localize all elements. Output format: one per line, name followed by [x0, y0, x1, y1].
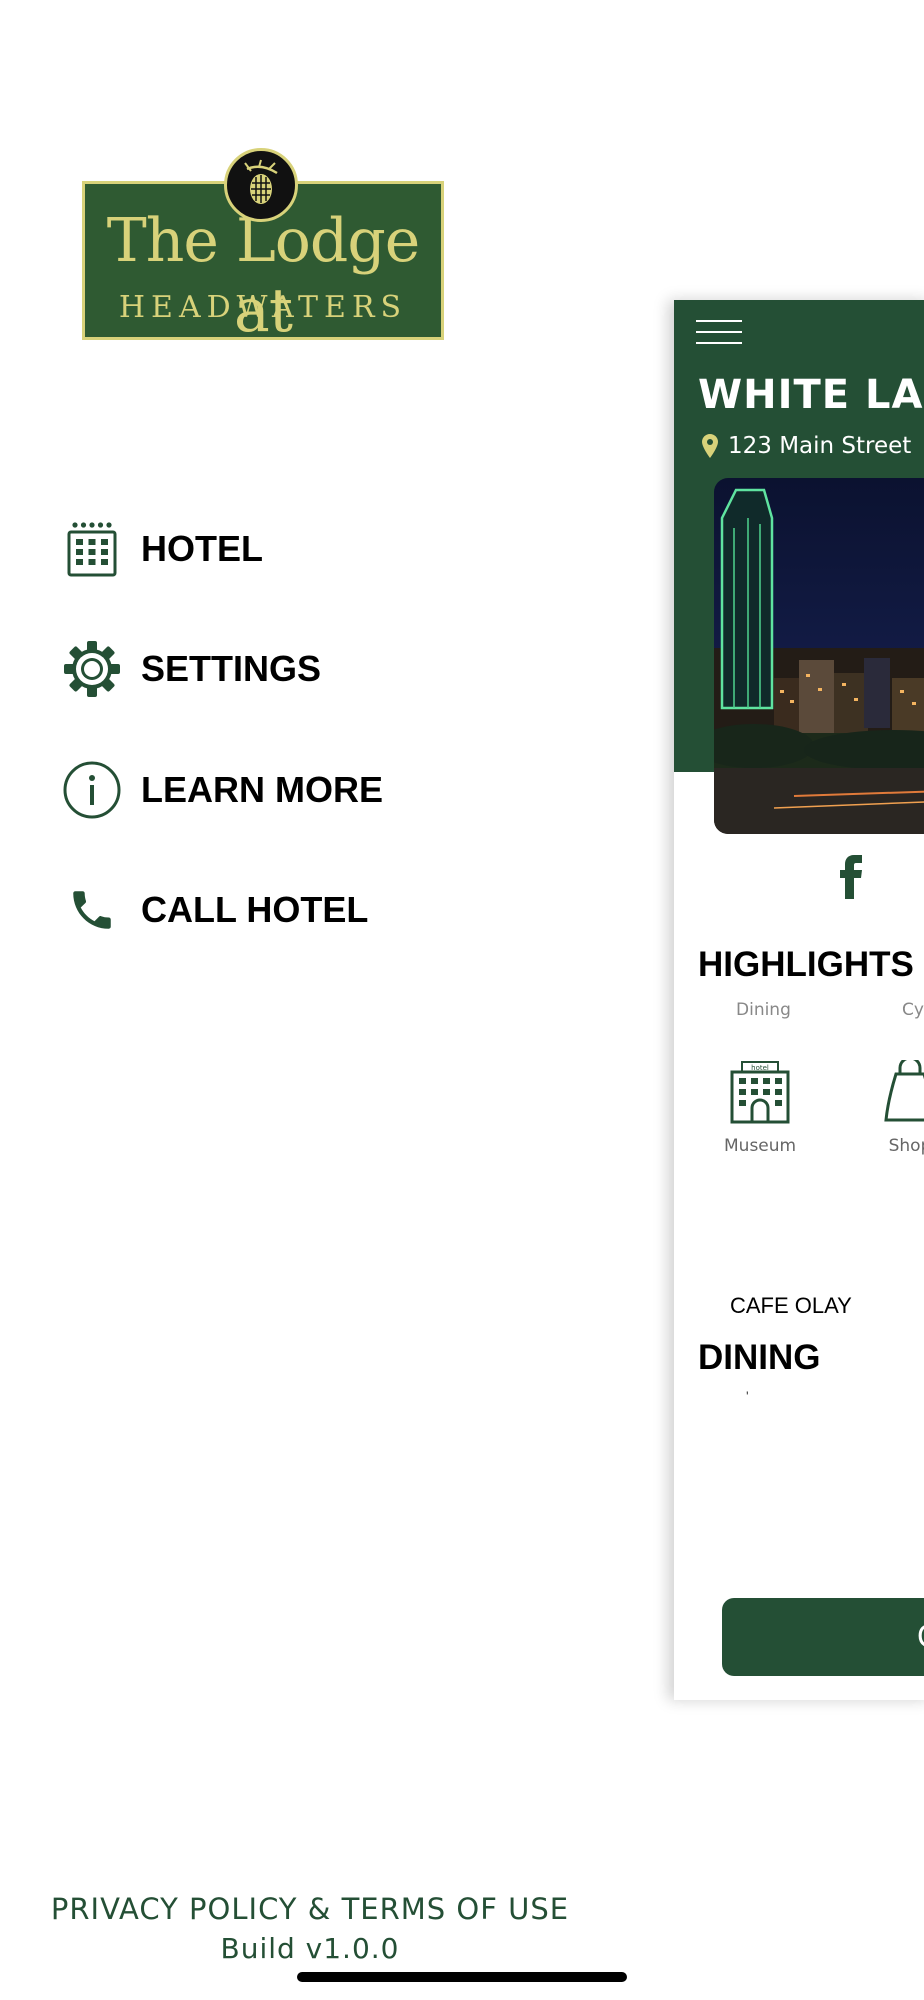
logo-subtitle: HEADWATERS — [118, 290, 408, 325]
privacy-policy-link[interactable]: PRIVACY POLICY — [51, 1892, 298, 1926]
terms-of-use-link[interactable]: TERMS OF USE — [342, 1892, 570, 1926]
button-label: C — [917, 1618, 924, 1655]
highlight-label-cut: Dining — [736, 1000, 791, 1020]
hotel-address: 123 Main Street — [728, 433, 912, 459]
dining-mark: ' — [746, 1388, 749, 1404]
hotel-logo: The Lodge at HEADWATERS — [82, 148, 444, 346]
footer-ampersand: & — [307, 1892, 332, 1926]
shopping-bag-icon — [884, 1060, 924, 1122]
logo-title: The Lodge at — [106, 206, 421, 346]
build-version: Build v1.0.0 — [220, 1932, 400, 1965]
main-content-panel[interactable]: WHITE LAB 123 Main Street — [674, 300, 924, 1700]
footer-links: PRIVACY POLICY & TERMS OF USE — [0, 1892, 620, 1926]
highlight-label: Shop — [888, 1136, 924, 1156]
hamburger-menu-icon[interactable] — [696, 320, 742, 350]
menu-item-label: LEARN MORE — [141, 769, 383, 810]
gear-icon — [60, 637, 124, 701]
home-indicator[interactable] — [297, 1972, 627, 1982]
info-icon — [60, 758, 124, 822]
primary-action-button[interactable]: C — [722, 1598, 924, 1676]
menu-item-call-hotel[interactable]: CALL HOTEL — [60, 878, 480, 942]
menu-item-settings[interactable]: SETTINGS — [60, 637, 480, 701]
highlight-label-cut: Cy — [902, 1000, 924, 1020]
hero-city-image — [714, 478, 924, 834]
dining-item-name[interactable]: CAFE OLAY — [730, 1293, 852, 1319]
highlight-label: Museum — [724, 1136, 797, 1156]
dining-heading: DINING — [698, 1338, 821, 1377]
menu-item-label: SETTINGS — [141, 648, 322, 689]
hotel-building-icon: hotel — [730, 1061, 790, 1124]
menu-item-label: CALL HOTEL — [141, 889, 369, 930]
hotel-building-icon — [60, 517, 124, 581]
menu-item-label: HOTEL — [141, 528, 263, 569]
pinecone-icon — [224, 148, 298, 222]
highlight-item-museum[interactable]: hotel Museum — [724, 1060, 796, 1156]
phone-icon — [60, 878, 124, 942]
menu-item-learn-more[interactable]: LEARN MORE — [60, 758, 480, 822]
facebook-icon[interactable] — [836, 855, 866, 899]
location-pin-icon — [702, 434, 718, 458]
menu-item-hotel[interactable]: HOTEL — [60, 517, 480, 581]
highlights-heading: HIGHLIGHTS — [698, 945, 914, 984]
address-row: 123 Main Street — [702, 433, 911, 459]
highlight-item-shop[interactable]: Shop — [880, 1060, 924, 1156]
hotel-name: WHITE LAB — [698, 372, 924, 418]
